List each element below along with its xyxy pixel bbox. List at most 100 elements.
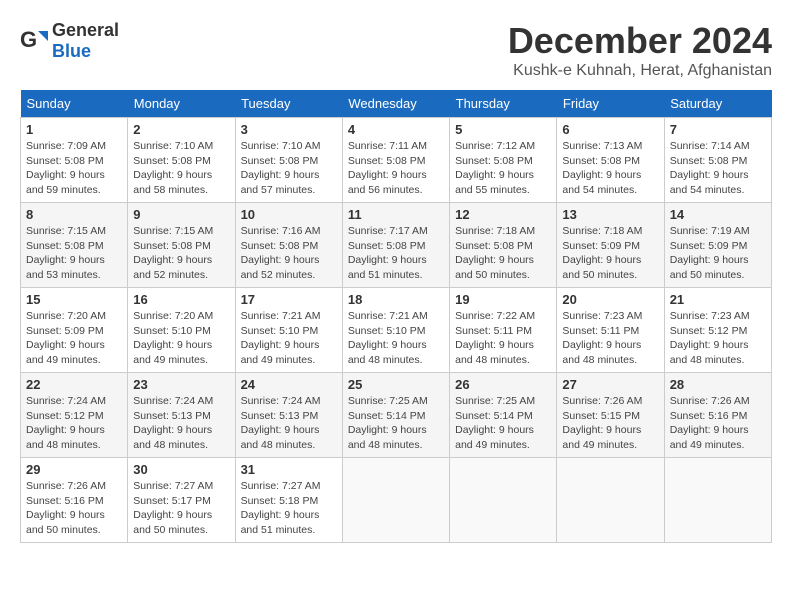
- calendar-cell: 23 Sunrise: 7:24 AMSunset: 5:13 PMDayligh…: [128, 373, 235, 458]
- day-number: 27: [562, 377, 658, 392]
- day-info: Sunrise: 7:25 AMSunset: 5:14 PMDaylight:…: [455, 394, 551, 453]
- day-header-saturday: Saturday: [664, 90, 771, 118]
- day-number: 16: [133, 292, 229, 307]
- logo-general-text: General: [52, 20, 119, 40]
- day-info: Sunrise: 7:23 AMSunset: 5:12 PMDaylight:…: [670, 309, 766, 368]
- calendar-cell: 29 Sunrise: 7:26 AMSunset: 5:16 PMDayligh…: [21, 458, 128, 543]
- day-number: 18: [348, 292, 444, 307]
- day-info: Sunrise: 7:10 AMSunset: 5:08 PMDaylight:…: [241, 139, 337, 198]
- calendar-cell: 5 Sunrise: 7:12 AMSunset: 5:08 PMDaylight…: [450, 118, 557, 203]
- calendar-cell: 13Sunrise: 7:18 AMSunset: 5:09 PMDayligh…: [557, 203, 664, 288]
- calendar-cell: 25Sunrise: 7:25 AMSunset: 5:14 PMDayligh…: [342, 373, 449, 458]
- day-info: Sunrise: 7:27 AMSunset: 5:17 PMDaylight:…: [133, 479, 229, 538]
- day-info: Sunrise: 7:13 AMSunset: 5:08 PMDaylight:…: [562, 139, 658, 198]
- calendar-cell: 20 Sunrise: 7:23 AMSunset: 5:11 PMDayligh…: [557, 288, 664, 373]
- day-info: Sunrise: 7:25 AMSunset: 5:14 PMDaylight:…: [348, 394, 444, 453]
- day-info: Sunrise: 7:17 AMSunset: 5:08 PMDaylight:…: [348, 224, 444, 283]
- day-number: 5: [455, 122, 551, 137]
- calendar-cell: 14 Sunrise: 7:19 AMSunset: 5:09 PMDayligh…: [664, 203, 771, 288]
- calendar-cell: 6Sunrise: 7:13 AMSunset: 5:08 PMDaylight…: [557, 118, 664, 203]
- day-info: Sunrise: 7:19 AMSunset: 5:09 PMDaylight:…: [670, 224, 766, 283]
- day-number: 8: [26, 207, 122, 222]
- day-info: Sunrise: 7:20 AMSunset: 5:10 PMDaylight:…: [133, 309, 229, 368]
- day-info: Sunrise: 7:15 AMSunset: 5:08 PMDaylight:…: [26, 224, 122, 283]
- calendar-cell: [557, 458, 664, 543]
- day-number: 17: [241, 292, 337, 307]
- day-number: 23: [133, 377, 229, 392]
- calendar-cell: 7Sunrise: 7:14 AMSunset: 5:08 PMDaylight…: [664, 118, 771, 203]
- calendar-cell: [664, 458, 771, 543]
- calendar-cell: 2 Sunrise: 7:10 AMSunset: 5:08 PMDaylight…: [128, 118, 235, 203]
- calendar-cell: 17 Sunrise: 7:21 AMSunset: 5:10 PMDayligh…: [235, 288, 342, 373]
- day-number: 11: [348, 207, 444, 222]
- calendar-cell: 10 Sunrise: 7:16 AMSunset: 5:08 PMDayligh…: [235, 203, 342, 288]
- day-number: 4: [348, 122, 444, 137]
- day-number: 19: [455, 292, 551, 307]
- day-info: Sunrise: 7:22 AMSunset: 5:11 PMDaylight:…: [455, 309, 551, 368]
- calendar-cell: 1 Sunrise: 7:09 AMSunset: 5:08 PMDaylight…: [21, 118, 128, 203]
- calendar-cell: 24 Sunrise: 7:24 AMSunset: 5:13 PMDayligh…: [235, 373, 342, 458]
- day-info: Sunrise: 7:20 AMSunset: 5:09 PMDaylight:…: [26, 309, 122, 368]
- day-number: 12: [455, 207, 551, 222]
- day-number: 10: [241, 207, 337, 222]
- day-info: Sunrise: 7:24 AMSunset: 5:12 PMDaylight:…: [26, 394, 122, 453]
- calendar-table: SundayMondayTuesdayWednesdayThursdayFrid…: [20, 90, 772, 543]
- day-info: Sunrise: 7:21 AMSunset: 5:10 PMDaylight:…: [241, 309, 337, 368]
- day-info: Sunrise: 7:11 AMSunset: 5:08 PMDaylight:…: [348, 139, 444, 198]
- calendar-cell: [342, 458, 449, 543]
- day-info: Sunrise: 7:26 AMSunset: 5:16 PMDaylight:…: [26, 479, 122, 538]
- day-number: 29: [26, 462, 122, 477]
- logo-blue-text: Blue: [52, 41, 91, 61]
- day-info: Sunrise: 7:18 AMSunset: 5:08 PMDaylight:…: [455, 224, 551, 283]
- day-info: Sunrise: 7:12 AMSunset: 5:08 PMDaylight:…: [455, 139, 551, 198]
- calendar-cell: 8 Sunrise: 7:15 AMSunset: 5:08 PMDaylight…: [21, 203, 128, 288]
- day-info: Sunrise: 7:26 AMSunset: 5:15 PMDaylight:…: [562, 394, 658, 453]
- day-header-wednesday: Wednesday: [342, 90, 449, 118]
- day-number: 24: [241, 377, 337, 392]
- week-row-3: 15Sunrise: 7:20 AMSunset: 5:09 PMDayligh…: [21, 288, 772, 373]
- day-info: Sunrise: 7:16 AMSunset: 5:08 PMDaylight:…: [241, 224, 337, 283]
- header: G General Blue December 2024 Kushk-e Kuh…: [20, 20, 772, 80]
- day-number: 2: [133, 122, 229, 137]
- day-number: 3: [241, 122, 337, 137]
- day-number: 21: [670, 292, 766, 307]
- day-info: Sunrise: 7:10 AMSunset: 5:08 PMDaylight:…: [133, 139, 229, 198]
- calendar-cell: 19 Sunrise: 7:22 AMSunset: 5:11 PMDayligh…: [450, 288, 557, 373]
- week-row-5: 29 Sunrise: 7:26 AMSunset: 5:16 PMDayligh…: [21, 458, 772, 543]
- day-number: 20: [562, 292, 658, 307]
- day-header-thursday: Thursday: [450, 90, 557, 118]
- title-section: December 2024 Kushk-e Kuhnah, Herat, Afg…: [508, 20, 772, 80]
- days-header-row: SundayMondayTuesdayWednesdayThursdayFrid…: [21, 90, 772, 118]
- week-row-1: 1 Sunrise: 7:09 AMSunset: 5:08 PMDaylight…: [21, 118, 772, 203]
- calendar-cell: 31Sunrise: 7:27 AMSunset: 5:18 PMDayligh…: [235, 458, 342, 543]
- day-info: Sunrise: 7:24 AMSunset: 5:13 PMDaylight:…: [133, 394, 229, 453]
- day-info: Sunrise: 7:27 AMSunset: 5:18 PMDaylight:…: [241, 479, 337, 538]
- day-number: 14: [670, 207, 766, 222]
- week-row-4: 22Sunrise: 7:24 AMSunset: 5:12 PMDayligh…: [21, 373, 772, 458]
- svg-text:G: G: [20, 27, 37, 52]
- day-info: Sunrise: 7:24 AMSunset: 5:13 PMDaylight:…: [241, 394, 337, 453]
- calendar-cell: 16 Sunrise: 7:20 AMSunset: 5:10 PMDayligh…: [128, 288, 235, 373]
- week-row-2: 8 Sunrise: 7:15 AMSunset: 5:08 PMDaylight…: [21, 203, 772, 288]
- calendar-cell: 18 Sunrise: 7:21 AMSunset: 5:10 PMDayligh…: [342, 288, 449, 373]
- day-number: 13: [562, 207, 658, 222]
- day-info: Sunrise: 7:15 AMSunset: 5:08 PMDaylight:…: [133, 224, 229, 283]
- calendar-cell: 22Sunrise: 7:24 AMSunset: 5:12 PMDayligh…: [21, 373, 128, 458]
- day-info: Sunrise: 7:21 AMSunset: 5:10 PMDaylight:…: [348, 309, 444, 368]
- day-info: Sunrise: 7:23 AMSunset: 5:11 PMDaylight:…: [562, 309, 658, 368]
- day-info: Sunrise: 7:09 AMSunset: 5:08 PMDaylight:…: [26, 139, 122, 198]
- day-info: Sunrise: 7:26 AMSunset: 5:16 PMDaylight:…: [670, 394, 766, 453]
- day-header-friday: Friday: [557, 90, 664, 118]
- calendar-cell: [450, 458, 557, 543]
- day-number: 7: [670, 122, 766, 137]
- logo: G General Blue: [20, 20, 119, 62]
- calendar-cell: 26 Sunrise: 7:25 AMSunset: 5:14 PMDayligh…: [450, 373, 557, 458]
- calendar-cell: 12 Sunrise: 7:18 AMSunset: 5:08 PMDayligh…: [450, 203, 557, 288]
- day-number: 26: [455, 377, 551, 392]
- day-header-sunday: Sunday: [21, 90, 128, 118]
- day-header-tuesday: Tuesday: [235, 90, 342, 118]
- calendar-cell: 30Sunrise: 7:27 AMSunset: 5:17 PMDayligh…: [128, 458, 235, 543]
- day-number: 1: [26, 122, 122, 137]
- month-title: December 2024: [508, 20, 772, 62]
- location-title: Kushk-e Kuhnah, Herat, Afghanistan: [508, 62, 772, 80]
